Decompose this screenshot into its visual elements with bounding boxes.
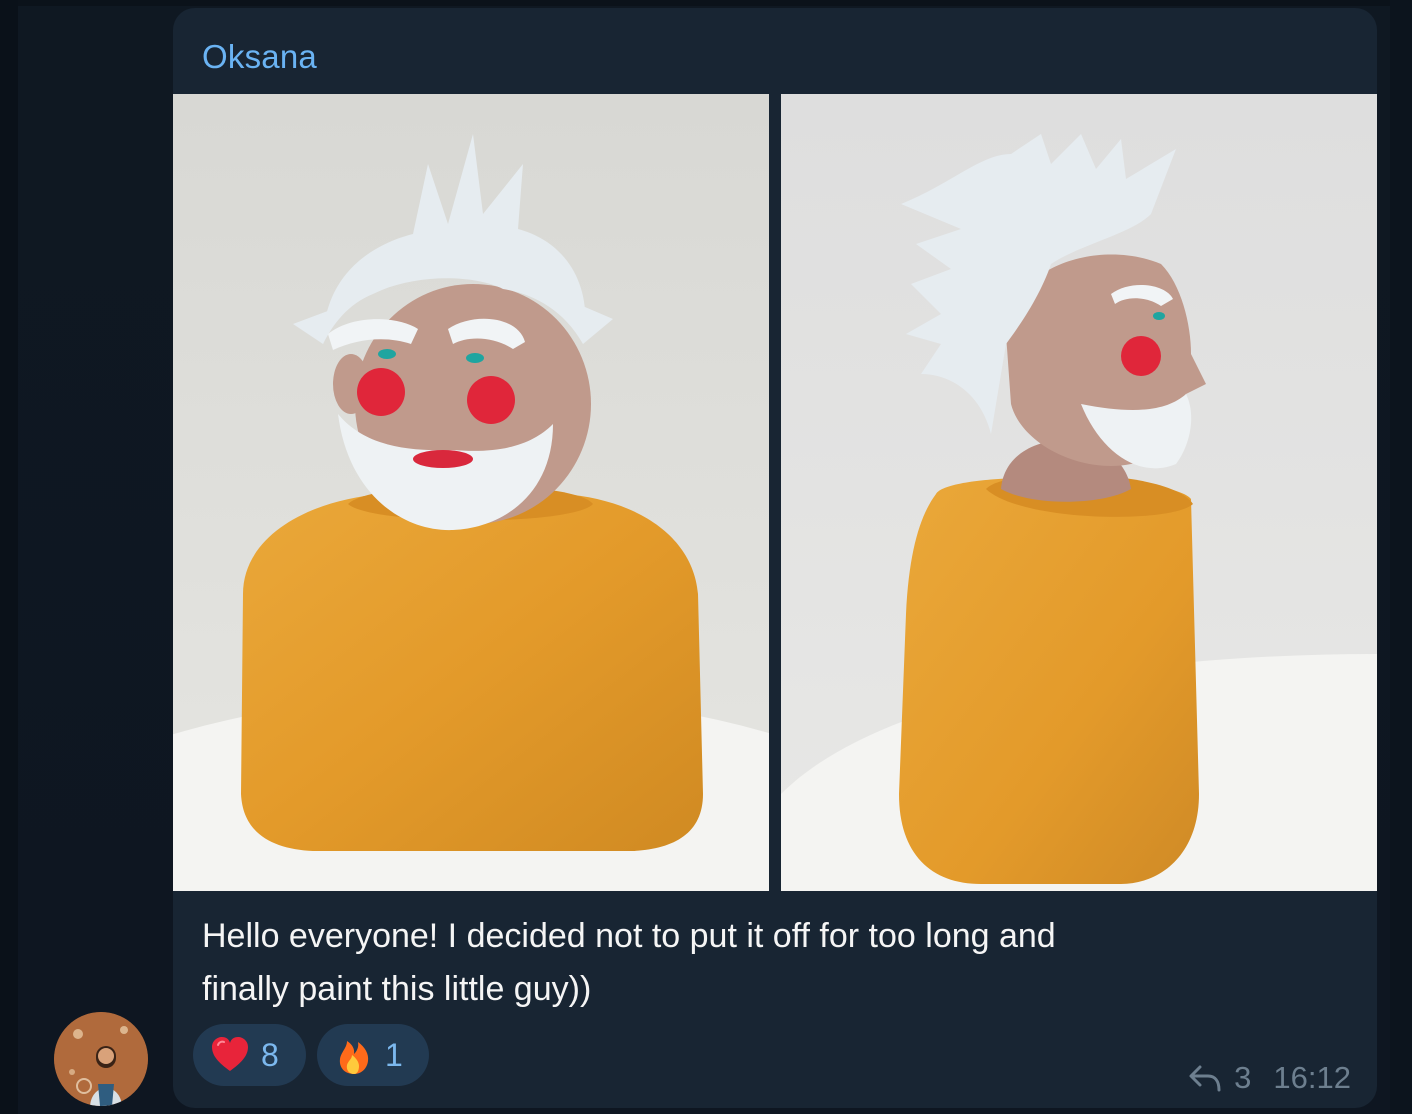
caption-line-1: Hello everyone! I decided not to put it … — [202, 917, 1056, 955]
photo-front-view[interactable] — [173, 94, 769, 891]
caption-line-2: finally paint this little guy)) — [202, 970, 592, 1008]
reactions-bar: 8 1 — [193, 1024, 429, 1086]
sender-name[interactable]: Oksana — [202, 38, 317, 76]
reply-arrow-icon[interactable] — [1188, 1063, 1222, 1093]
top-edge — [0, 0, 1412, 6]
reply-count[interactable]: 3 — [1234, 1060, 1251, 1096]
sender-avatar[interactable] — [54, 1012, 148, 1106]
reaction-fire[interactable]: 1 — [317, 1024, 429, 1086]
heart-emoji-icon — [209, 1034, 251, 1076]
message-bubble[interactable]: Oksana Hello everyone! I decided not to … — [173, 8, 1377, 1108]
reaction-fire-count: 1 — [385, 1036, 403, 1073]
reaction-heart[interactable]: 8 — [193, 1024, 306, 1086]
left-edge — [0, 0, 18, 1114]
reaction-heart-count: 8 — [261, 1036, 279, 1073]
message-caption: Hello everyone! I decided not to put it … — [202, 910, 1322, 1016]
message-time: 16:12 — [1273, 1060, 1351, 1095]
scrollbar-track[interactable] — [1390, 0, 1412, 1114]
photo-side-view[interactable] — [781, 94, 1377, 891]
message-meta: 3 16:12 — [1188, 1060, 1351, 1096]
fire-emoji-icon — [333, 1034, 375, 1076]
